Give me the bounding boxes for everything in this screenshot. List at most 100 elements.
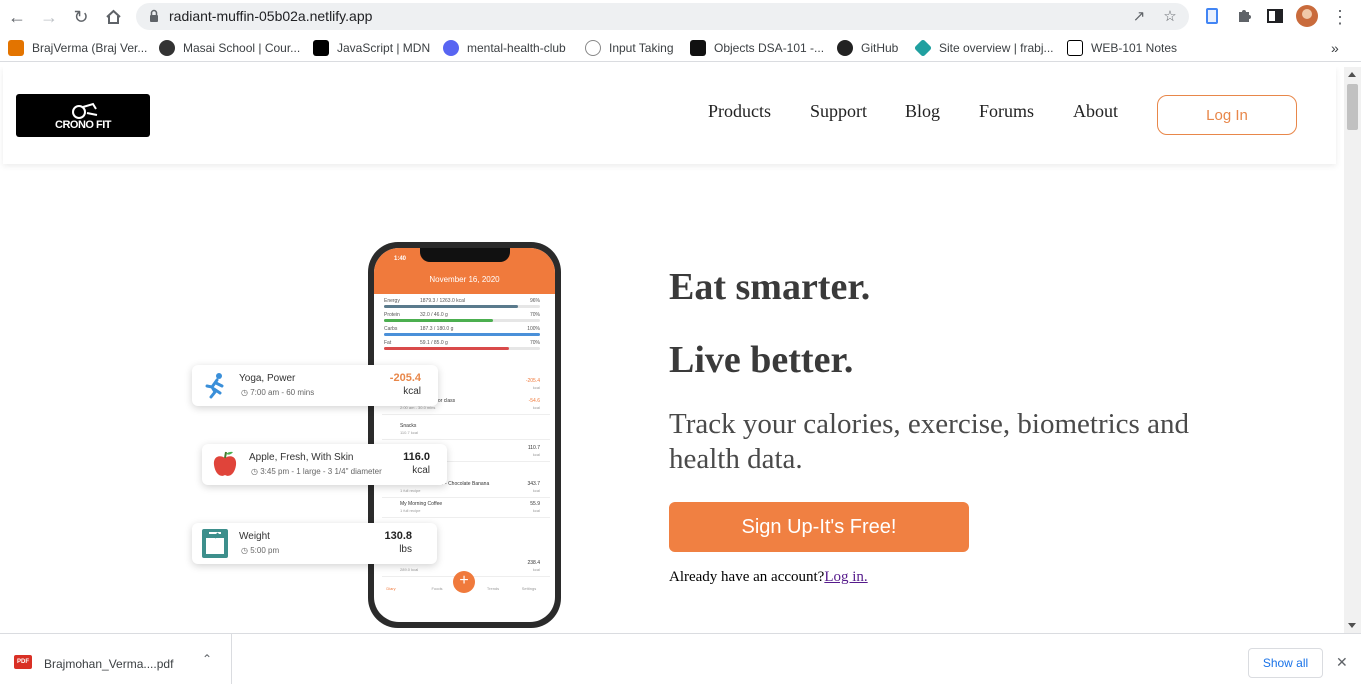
- phone-mockup: 1:40 November 16, 2020 Energy 1879.3 / 12…: [368, 242, 561, 628]
- biometric-card-weight: Weight ◷ 5:00 pm 130.8 lbs: [192, 523, 437, 564]
- phone-entry-unit: kcal: [532, 385, 540, 390]
- notion-icon: [1067, 40, 1083, 56]
- bookmark-favicon-icon: [690, 40, 706, 56]
- bookmark-star-icon[interactable]: ☆: [1161, 7, 1179, 25]
- phone-screen: 1:40 November 16, 2020 Energy 1879.3 / 12…: [374, 248, 555, 622]
- food-card-apple: Apple, Fresh, With Skin ◷ 3:45 pm - 1 la…: [202, 444, 447, 485]
- bookmark-label: Input Taking: [609, 41, 674, 55]
- card-value: 116.0: [403, 451, 430, 463]
- bookmark-label: JavaScript | MDN: [337, 41, 431, 55]
- login-button[interactable]: Log In: [1157, 95, 1297, 135]
- scroll-up-icon[interactable]: [1348, 72, 1356, 77]
- login-link[interactable]: Log in.: [824, 569, 867, 585]
- bookmark-label: Objects DSA-101 -...: [714, 41, 825, 55]
- discord-icon: [443, 40, 459, 56]
- url-text: radiant-muffin-05b02a.netlify.app: [169, 8, 373, 24]
- phone-stat-label: Energy: [384, 298, 400, 304]
- address-bar[interactable]: radiant-muffin-05b02a.netlify.app ↗ ☆: [136, 3, 1189, 30]
- already-account-text: Already have an account?Log in.: [669, 569, 868, 586]
- extension-icon[interactable]: [1202, 6, 1222, 26]
- chevron-up-icon[interactable]: ⌃: [202, 652, 212, 666]
- phone-entry-sub: 110.7 kcal: [400, 430, 418, 435]
- card-subtitle: ◷ 5:00 pm: [241, 546, 280, 555]
- show-all-button[interactable]: Show all: [1248, 648, 1323, 678]
- netlify-icon: [913, 38, 933, 58]
- phone-entry-name: Snacks: [400, 423, 417, 429]
- phone-stat-pct: 70%: [529, 340, 540, 346]
- bookmark-item[interactable]: Masai School | Cour...: [159, 40, 300, 56]
- bookmarks-overflow[interactable]: »: [1331, 40, 1339, 56]
- apple-icon: [213, 451, 237, 476]
- card-subtitle-text: 5:00 pm: [250, 546, 280, 555]
- signup-button[interactable]: Sign Up-It's Free!: [669, 502, 969, 552]
- phone-stat-value: 59.1 / 85.0 g: [420, 340, 448, 346]
- phone-stat-label: Fat: [384, 340, 392, 346]
- phone-entry-value: 238.4: [527, 560, 540, 566]
- nav-forums[interactable]: Forums: [979, 101, 1034, 122]
- bookmark-item[interactable]: BrajVerma (Braj Ver...: [8, 40, 147, 56]
- card-title: Yoga, Power: [239, 373, 296, 384]
- phone-entry-value: -205.4: [525, 378, 540, 384]
- phone-time: 1:40: [394, 256, 407, 262]
- phone-date: November 16, 2020: [429, 275, 500, 284]
- phone-entry-unit: kcal: [532, 567, 540, 572]
- site-logo[interactable]: CRONO FIT: [16, 94, 150, 137]
- bookmark-item[interactable]: mental-health-club: [443, 40, 566, 56]
- bookmark-item[interactable]: GitHub: [837, 40, 898, 56]
- downloads-bar: PDF Brajmohan_Verma....pdf ⌃ Show all ✕: [0, 633, 1361, 684]
- download-item[interactable]: PDF Brajmohan_Verma....pdf ⌃: [0, 634, 232, 684]
- card-subtitle-text: 3:45 pm - 1 large - 3 1/4" diameter: [260, 467, 382, 476]
- forward-icon[interactable]: →: [38, 6, 60, 28]
- phone-stat-bar: [384, 333, 540, 336]
- bookmarks-bar: BrajVerma (Braj Ver... Masai School | Co…: [0, 34, 1361, 62]
- nav-about[interactable]: About: [1073, 101, 1118, 122]
- bookmark-item[interactable]: Objects DSA-101 -...: [690, 40, 824, 56]
- phone-stat-pct: 70%: [529, 312, 540, 318]
- phone-stat-bar: [384, 319, 494, 322]
- bookmark-label: mental-health-club: [467, 41, 566, 55]
- logo-text: CRONO FIT: [55, 118, 112, 131]
- bookmark-label: Masai School | Cour...: [183, 41, 301, 55]
- phone-stat-value: 187.3 / 180.0 g: [420, 326, 454, 332]
- scrollbar-thumb[interactable]: [1347, 84, 1358, 130]
- logo-runner-icon: [72, 102, 98, 119]
- nav-support[interactable]: Support: [810, 101, 867, 122]
- card-unit: kcal: [403, 386, 421, 397]
- browser-toolbar: ← → ↻ radiant-muffin-05b02a.netlify.app …: [0, 0, 1361, 34]
- close-icon[interactable]: ✕: [1336, 654, 1348, 671]
- nav-products[interactable]: Products: [708, 101, 771, 122]
- scale-icon: [202, 529, 228, 558]
- home-icon[interactable]: [102, 6, 124, 28]
- card-subtitle: ◷ 7:00 am - 60 mins: [241, 388, 315, 397]
- back-icon[interactable]: ←: [6, 6, 28, 28]
- phone-stat-pct: 96%: [529, 298, 540, 304]
- phone-divider: [382, 439, 550, 440]
- scroll-down-icon[interactable]: [1348, 623, 1356, 628]
- bookmark-favicon-icon: [585, 40, 601, 56]
- phone-app-header: 1:40 November 16, 2020: [374, 248, 555, 294]
- card-value: 130.8: [384, 530, 412, 542]
- bookmark-item[interactable]: JavaScript | MDN: [313, 40, 430, 56]
- share-icon[interactable]: ↗: [1130, 7, 1148, 25]
- already-account-label: Already have an account?: [669, 569, 825, 585]
- bookmark-item[interactable]: WEB-101 Notes: [1067, 40, 1177, 56]
- sidepanel-icon[interactable]: [1265, 6, 1285, 26]
- bookmark-label: GitHub: [861, 41, 899, 55]
- running-icon: [205, 373, 224, 399]
- profile-avatar[interactable]: [1296, 5, 1318, 27]
- reload-icon[interactable]: ↻: [70, 6, 92, 28]
- phone-entry-unit: kcal: [532, 405, 540, 410]
- menu-icon[interactable]: ⋮: [1329, 6, 1351, 28]
- pdf-file-icon: PDF: [14, 655, 32, 669]
- phone-stat-bar: [384, 347, 509, 350]
- bookmark-item[interactable]: Input Taking: [585, 40, 674, 56]
- phone-stat-pct: 100%: [527, 326, 540, 332]
- nav-blog[interactable]: Blog: [905, 101, 940, 122]
- page-scrollbar[interactable]: [1344, 67, 1361, 633]
- card-unit: lbs: [399, 544, 412, 555]
- activity-card-yoga: Yoga, Power ◷ 7:00 am - 60 mins -205.4 k…: [192, 365, 438, 406]
- bookmark-label: Site overview | frabj...: [939, 41, 1054, 55]
- bookmark-item[interactable]: Site overview | frabj...: [913, 38, 1054, 58]
- puzzle-icon[interactable]: [1234, 6, 1254, 26]
- card-title: Weight: [239, 531, 270, 542]
